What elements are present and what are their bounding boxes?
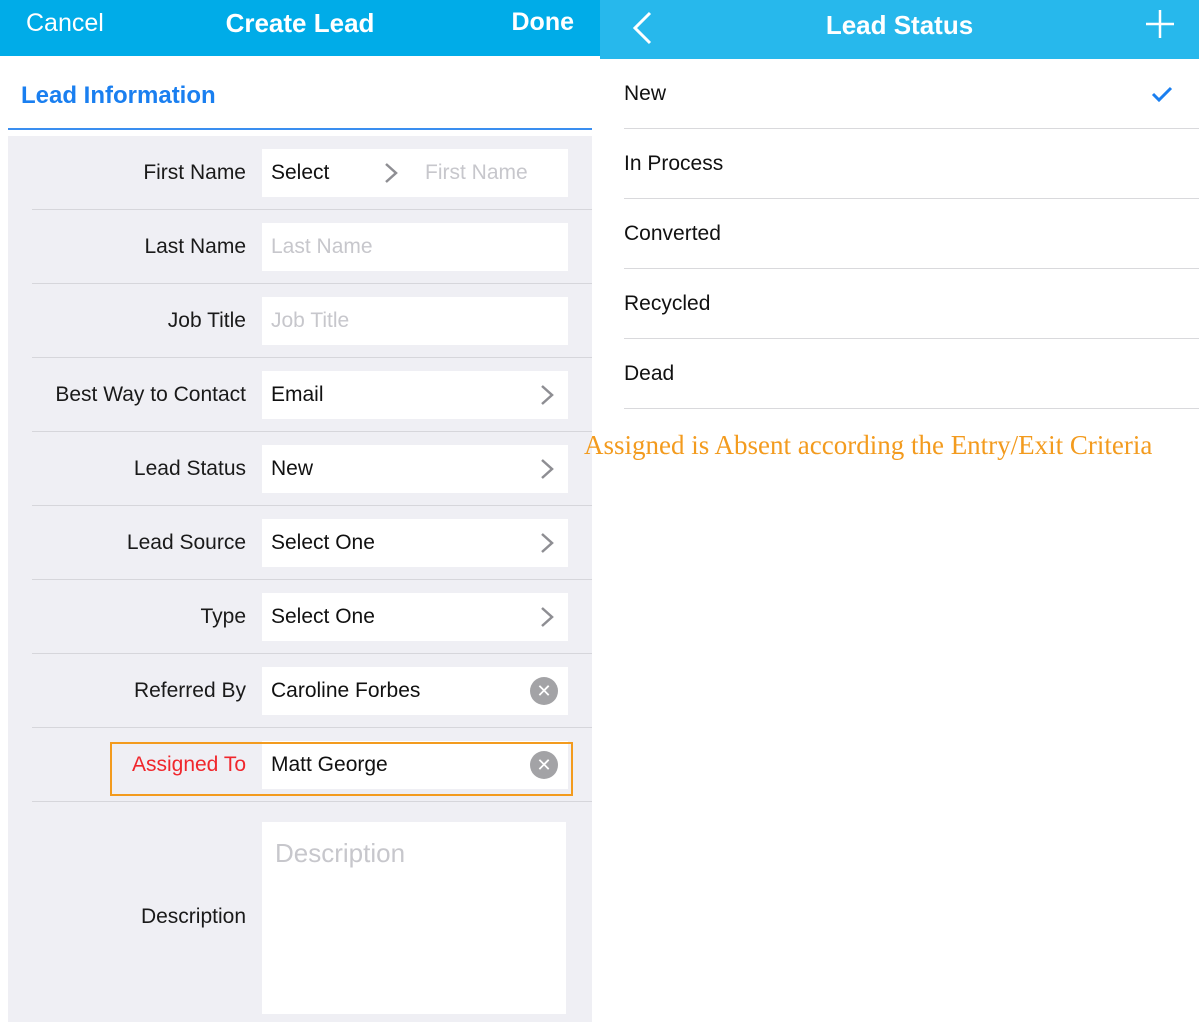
description-textarea[interactable] — [262, 822, 566, 1014]
job-title-input[interactable] — [262, 297, 568, 345]
form-row-referred-by: Referred By Caroline Forbes ✕ — [32, 654, 592, 728]
clear-icon[interactable]: ✕ — [530, 677, 558, 705]
form-row-best-way-to-contact: Best Way to Contact Email — [32, 358, 592, 432]
form-row-description: Description — [32, 808, 592, 1022]
last-name-input[interactable] — [262, 223, 568, 271]
field-value: Select One — [271, 531, 375, 554]
assigned-to-lookup[interactable]: Matt George ✕ — [262, 741, 568, 789]
chevron-right-icon[interactable] — [384, 162, 398, 184]
field-label: Type — [200, 605, 246, 628]
form-row-lead-source: Lead Source Select One — [32, 506, 592, 580]
chevron-right-icon — [540, 458, 554, 480]
status-option-label: New — [624, 82, 667, 105]
chevron-right-icon — [540, 532, 554, 554]
status-option-label: In Process — [624, 152, 724, 175]
status-option-label: Recycled — [624, 292, 711, 315]
plus-icon[interactable] — [1145, 9, 1175, 39]
lead-status-screen: Lead Status New In Process Converted Rec… — [600, 0, 1199, 1022]
type-select[interactable]: Select One — [262, 593, 568, 641]
lead-status-title: Lead Status — [825, 10, 974, 40]
form-row-first-name: First Name Select — [32, 136, 592, 210]
lead-status-select[interactable]: New — [262, 445, 568, 493]
clear-icon[interactable]: ✕ — [530, 751, 558, 779]
field-label-error: Assigned To — [131, 753, 246, 776]
chevron-right-icon — [540, 606, 554, 628]
salutation-select[interactable]: Select — [271, 149, 329, 197]
form-row-job-title: Job Title — [32, 284, 592, 358]
form-row-lead-status: Lead Status New — [32, 432, 592, 506]
create-lead-screen: Cancel Create Lead Done Lead Information… — [0, 0, 600, 1022]
status-option-recycled[interactable]: Recycled — [624, 269, 1199, 339]
chevron-right-icon — [540, 384, 554, 406]
form-row-last-name: Last Name — [32, 210, 592, 284]
field-value: Select One — [271, 605, 375, 628]
create-lead-nav-bar: Cancel Create Lead Done — [0, 0, 600, 56]
page-title: Create Lead — [225, 8, 375, 38]
checkmark-icon — [1151, 85, 1173, 103]
field-value: Email — [271, 383, 324, 406]
best-way-to-contact-select[interactable]: Email — [262, 371, 568, 419]
first-name-input[interactable] — [417, 149, 567, 197]
field-label: Description — [140, 905, 246, 928]
status-option-dead[interactable]: Dead — [624, 339, 1199, 409]
status-option-converted[interactable]: Converted — [624, 199, 1199, 269]
annotation-note: Assigned is Absent according the Entry/E… — [584, 430, 1153, 460]
status-option-label: Converted — [624, 222, 721, 245]
section-header: Lead Information — [8, 56, 592, 130]
field-label: Lead Status — [133, 457, 246, 480]
status-option-new[interactable]: New — [624, 59, 1199, 129]
field-label: Best Way to Contact — [55, 383, 246, 406]
lead-source-select[interactable]: Select One — [262, 519, 568, 567]
field-value: New — [271, 457, 314, 480]
field-label: Referred By — [133, 679, 246, 702]
lead-status-nav-bar: Lead Status — [600, 0, 1199, 59]
status-option-in-process[interactable]: In Process — [624, 129, 1199, 199]
lead-status-list: New In Process Converted Recycled Dead — [624, 59, 1199, 409]
form-row-type: Type Select One — [32, 580, 592, 654]
done-button[interactable]: Done — [512, 8, 575, 37]
referred-by-lookup[interactable]: Caroline Forbes ✕ — [262, 667, 568, 715]
form-row-assigned-to: Assigned To Matt George ✕ — [32, 728, 592, 802]
field-label: Lead Source — [126, 531, 246, 554]
first-name-field: Select — [262, 149, 568, 197]
lead-form: First Name Select Last Name Job Title — [8, 136, 592, 1022]
field-value: Matt George — [271, 753, 388, 776]
status-option-label: Dead — [624, 362, 675, 385]
field-label: First Name — [143, 161, 246, 184]
field-label: Last Name — [144, 235, 246, 258]
field-label: Job Title — [167, 309, 246, 332]
field-value: Caroline Forbes — [271, 679, 421, 702]
section-title: Lead Information — [21, 82, 216, 109]
